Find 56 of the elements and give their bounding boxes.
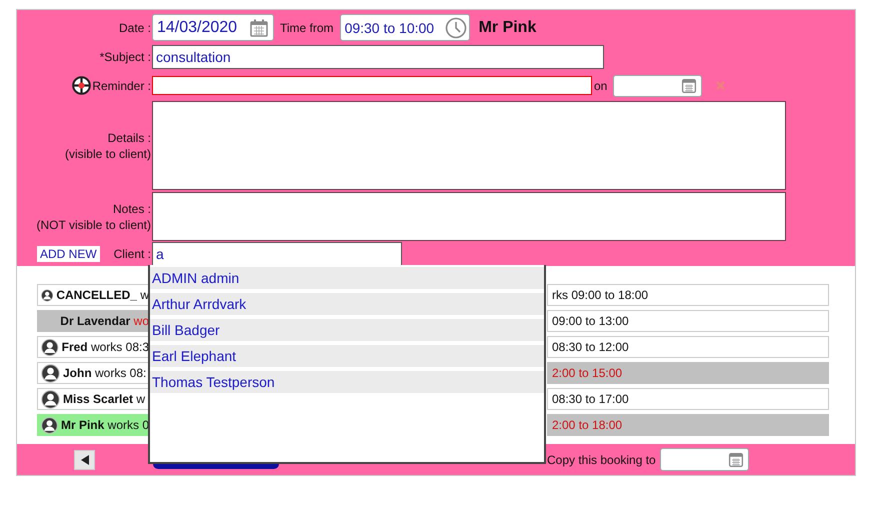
staff-hours: 08:30 to 12:00 [552,340,629,354]
details-textarea[interactable] [152,101,786,190]
subject-label: *Subject : [100,50,151,64]
suggestion-item[interactable]: ADMIN admin [150,267,544,289]
time-field[interactable]: 09:30 to 10:00 [340,14,470,41]
staff-hours: rks 09:00 to 18:00 [552,288,648,302]
clock-icon[interactable] [444,16,467,38]
calendar-icon[interactable] [249,18,269,38]
client-field[interactable]: a [152,242,402,266]
staff-row[interactable]: Miss Scarlet w [37,388,149,410]
copy-date-field[interactable] [660,448,749,471]
client-label: Client : [114,247,151,261]
calendar-icon[interactable] [681,78,698,94]
target-icon[interactable] [72,76,92,95]
staff-hours: 09:00 to 13:00 [552,314,629,328]
avatar-icon [41,338,59,356]
notes-label: Notes : [112,200,151,216]
reminder-field[interactable] [152,76,592,95]
suggestion-item[interactable]: Arthur Arrdvark [150,293,544,315]
details-hint: (visible to client) [64,146,151,162]
calendar-icon[interactable] [728,452,744,468]
staff-row[interactable]: 08:30 to 12:00 [547,336,829,358]
subject-field[interactable]: consultation [152,45,604,69]
reminder-date-field[interactable] [613,74,702,96]
staff-row[interactable]: 08:30 to 17:00 [547,388,829,410]
date-field[interactable]: 14/03/2020 [152,14,274,41]
reminder-label: Reminder : [92,78,151,92]
suggestion-item[interactable]: Thomas Testperson [150,371,544,393]
staff-hours: 08:30 to 17:00 [552,392,629,406]
staff-row[interactable]: John works 08: [37,362,149,384]
avatar-icon [41,390,60,408]
staff-row[interactable]: Dr Lavendar wo [37,310,149,332]
add-new-button[interactable]: ADD NEW [37,246,100,262]
left-arrow-icon [80,454,88,464]
staff-hours: John works 08: [63,366,146,380]
notes-textarea[interactable] [152,192,786,241]
staff-hours: Fred works 08:3 [62,340,149,354]
suggestion-item[interactable]: Bill Badger [150,319,544,341]
notes-hint: (NOT visible to client) [36,216,151,232]
staff-row[interactable]: Fred works 08:3 [37,336,149,358]
avatar-icon [41,416,58,434]
on-label: on [594,78,608,92]
time-label: Time from [280,20,334,34]
staff-row[interactable]: 09:00 to 13:00 [547,310,829,332]
details-label: Details : [108,130,151,146]
copy-booking-label: Copy this booking to [547,452,656,466]
back-button[interactable] [74,450,95,470]
date-label: Date : [118,20,151,34]
suggestion-item[interactable]: Earl Elephant [150,345,544,367]
avatar-icon [41,364,60,382]
staff-hours: 2:00 to 15:00 [552,366,622,380]
staff-hours: Miss Scarlet w [63,392,146,406]
staff-row[interactable]: rks 09:00 to 18:00 [547,284,829,306]
staff-hours: Dr Lavendar wo [60,314,149,328]
staff-hours: 2:00 to 18:00 [552,418,622,432]
staff-name: Mr Pink [478,18,536,36]
